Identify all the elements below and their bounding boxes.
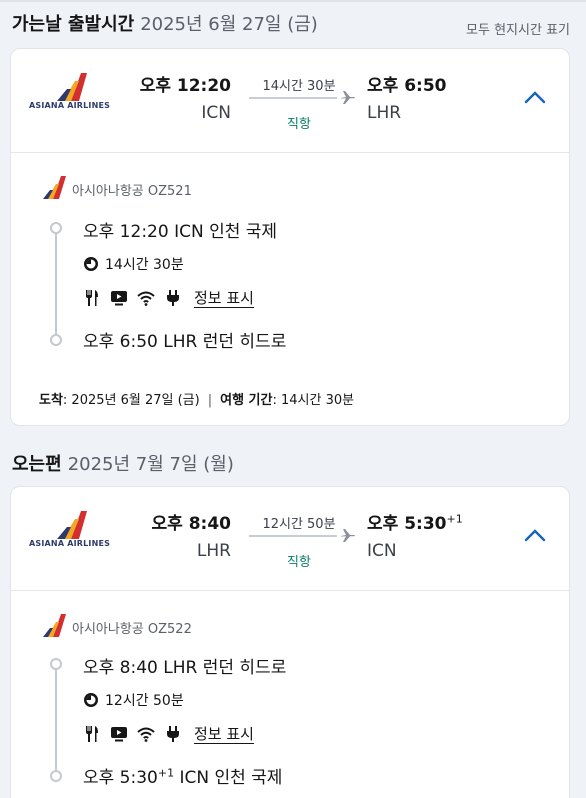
arrival-label: 도착 (39, 393, 63, 408)
airline-tail-icon (57, 73, 87, 101)
timeline-arrival-dot (50, 770, 62, 782)
arrival-airport-code: ICN (367, 541, 397, 561)
airline-logo: ASIANA AIRLINES (29, 511, 110, 551)
airline-flight-number: 아시아나항공 OZ522 (72, 622, 192, 637)
chevron-up-icon[interactable] (523, 89, 547, 105)
wifi-icon (137, 291, 155, 306)
timeline-bar (55, 234, 57, 334)
detail-duration: 12시간 50분 (83, 690, 184, 710)
airline-mini-logo-icon (43, 614, 66, 637)
timeline-arrival-dot (50, 334, 62, 346)
departure-time: 오후 12:20 (139, 76, 231, 96)
outbound-summary[interactable]: ASIANA AIRLINES 오후 12:20 ICN 14시간 30분 직항… (11, 49, 569, 153)
inbound-flight-card: ASIANA AIRLINES 오후 8:40 LHR 12시간 50분 직항 … (10, 486, 570, 798)
departure-airport-code: ICN (201, 103, 231, 123)
outbound-flight-card: ASIANA AIRLINES 오후 12:20 ICN 14시간 30분 직항… (10, 48, 570, 426)
meal-icon (86, 289, 98, 306)
timezone-note: 모두 현지시간 표기 (466, 23, 570, 38)
stops-label: 직항 (287, 555, 311, 570)
entertainment-icon (111, 290, 127, 305)
detail-duration-text: 14시간 30분 (105, 257, 184, 273)
day-offset: +1 (446, 512, 463, 526)
show-info-link[interactable]: 정보 표시 (194, 287, 254, 308)
stops-label: 직항 (287, 117, 311, 132)
amenities-row: 정보 표시 (83, 723, 254, 744)
detail-duration-text: 12시간 50분 (105, 693, 184, 709)
plane-icon (341, 529, 355, 542)
arrival-time: 오후 5:30+1 (367, 512, 463, 534)
meal-icon (86, 725, 98, 742)
clock-icon (84, 257, 98, 271)
inbound-summary[interactable]: ASIANA AIRLINES 오후 8:40 LHR 12시간 50분 직항 … (11, 487, 569, 591)
outbound-date: 2025년 6월 27일 (금) (140, 14, 318, 35)
timeline-departure-dot (50, 222, 62, 234)
arrival-stop: 오후 6:50 LHR 런던 히드로 (83, 332, 287, 352)
outbound-label: 가는날 출발시간 (12, 14, 135, 35)
departure-airport-code: LHR (196, 541, 231, 561)
flight-duration: 12시간 50분 (262, 517, 336, 532)
power-icon (167, 725, 179, 742)
flight-duration: 14시간 30분 (262, 79, 336, 94)
power-icon (167, 289, 179, 306)
inbound-date: 2025년 7월 7일 (월) (67, 454, 234, 475)
route-line (249, 97, 337, 99)
inbound-label: 오는편 (12, 454, 62, 475)
arrival-summary: 도착: 2025년 6월 27일 (금) | 여행 기간: 14시간 30분 (39, 389, 354, 408)
departure-stop: 오후 12:20 ICN 인천 국제 (83, 222, 278, 242)
inbound-heading: 오는편 2025년 7월 7일 (월) (12, 450, 234, 476)
arrival-time: 오후 6:50 (367, 76, 447, 96)
airline-logo-text: ASIANA AIRLINES (29, 101, 111, 110)
chevron-up-icon[interactable] (523, 527, 547, 543)
airline-flight-number: 아시아나항공 OZ521 (72, 184, 192, 199)
outbound-heading: 가는날 출발시간 2025년 6월 27일 (금) (12, 10, 318, 36)
entertainment-icon (111, 726, 127, 741)
route-line (249, 535, 337, 537)
airline-logo: ASIANA AIRLINES (29, 73, 110, 113)
departure-stop: 오후 8:40 LHR 런던 히드로 (83, 658, 287, 678)
airline-logo-text: ASIANA AIRLINES (29, 539, 111, 548)
arrival-airport-code: LHR (367, 103, 402, 123)
arrival-stop: 오후 5:30+1 ICN 인천 국제 (83, 766, 283, 788)
separator: | (207, 393, 213, 408)
wifi-icon (137, 727, 155, 742)
airline-mini-logo-icon (43, 176, 66, 199)
timeline-departure-dot (50, 658, 62, 670)
departure-time: 오후 8:40 (151, 514, 231, 534)
clock-icon (84, 693, 98, 707)
show-info-link[interactable]: 정보 표시 (194, 723, 254, 744)
arrival-value: : 2025년 6월 27일 (금) (62, 393, 200, 408)
plane-icon (341, 91, 355, 104)
detail-duration: 14시간 30분 (83, 254, 184, 274)
airline-tail-icon (57, 511, 87, 539)
amenities-row: 정보 표시 (83, 287, 254, 308)
timeline-bar (55, 670, 57, 770)
travel-duration-value: : 14시간 30분 (272, 393, 355, 408)
travel-duration-label: 여행 기간 (220, 393, 273, 408)
top-divider (0, 0, 586, 2)
